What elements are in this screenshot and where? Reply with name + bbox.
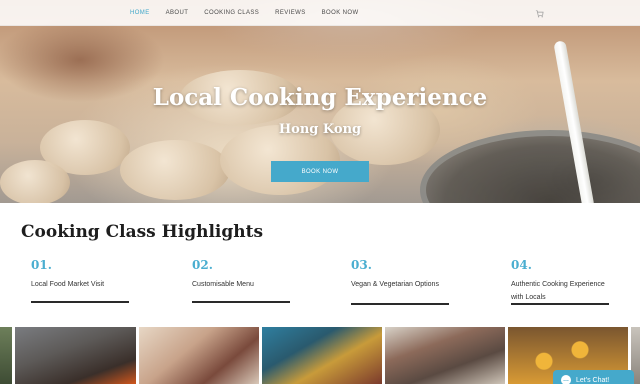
dumpling-shape: [0, 160, 70, 203]
top-navigation: HOME ABOUT COOKING CLASS REVIEWS BOOK NO…: [0, 0, 640, 26]
photo-gallery-strip: [0, 327, 640, 384]
highlight-text: Customisable Menu: [192, 281, 254, 288]
nav-item-about[interactable]: ABOUT: [166, 10, 189, 16]
highlight-underline: [351, 303, 449, 305]
hero-subtitle: Hong Kong: [278, 122, 362, 137]
nav-item-home[interactable]: HOME: [130, 10, 150, 16]
highlight-underline: [31, 301, 129, 303]
highlight-text: Local Food Market Visit: [31, 281, 105, 288]
nav-item-reviews[interactable]: REVIEWS: [275, 10, 305, 16]
highlight-underline: [192, 301, 290, 303]
chat-button[interactable]: … Let's Chat!: [553, 370, 634, 384]
highlights-title: Cooking Class Highlights: [21, 222, 264, 242]
book-now-button[interactable]: BOOK NOW: [271, 161, 369, 182]
highlight-underline: [511, 303, 609, 305]
gallery-photo[interactable]: [15, 327, 136, 384]
nav-item-cooking-class[interactable]: COOKING CLASS: [204, 10, 259, 16]
nav-menu: HOME ABOUT COOKING CLASS REVIEWS BOOK NO…: [130, 0, 375, 26]
cart-glyph: [535, 9, 544, 17]
chat-bubble-icon: …: [561, 375, 571, 384]
highlight-number: 03.: [351, 258, 372, 272]
highlight-item: 04. Authentic Cooking Experience with Lo…: [511, 258, 611, 304]
chat-label: Let's Chat!: [576, 376, 610, 384]
gallery-photo[interactable]: [262, 327, 382, 384]
gallery-photo[interactable]: [385, 327, 505, 384]
highlight-number: 04.: [511, 258, 532, 272]
highlight-number: 02.: [192, 258, 213, 272]
highlight-text: Vegan & Vegetarian Options: [351, 281, 439, 288]
highlight-item: 02. Customisable Menu: [192, 258, 312, 291]
highlight-text: Authentic Cooking Experience with Locals: [511, 281, 605, 301]
gallery-photo[interactable]: [0, 327, 12, 384]
hero-banner: Local Cooking Experience Hong Kong BOOK …: [0, 0, 640, 203]
hero-title: Local Cooking Experience: [152, 84, 488, 111]
highlight-item: 03. Vegan & Vegetarian Options: [351, 258, 451, 291]
cart-icon[interactable]: [534, 8, 544, 18]
highlight-number: 01.: [31, 258, 52, 272]
highlight-item: 01. Local Food Market Visit: [31, 258, 151, 291]
nav-item-book-now[interactable]: BOOK NOW: [322, 10, 359, 16]
dumpling-shape: [120, 140, 230, 200]
gallery-photo[interactable]: [139, 327, 259, 384]
